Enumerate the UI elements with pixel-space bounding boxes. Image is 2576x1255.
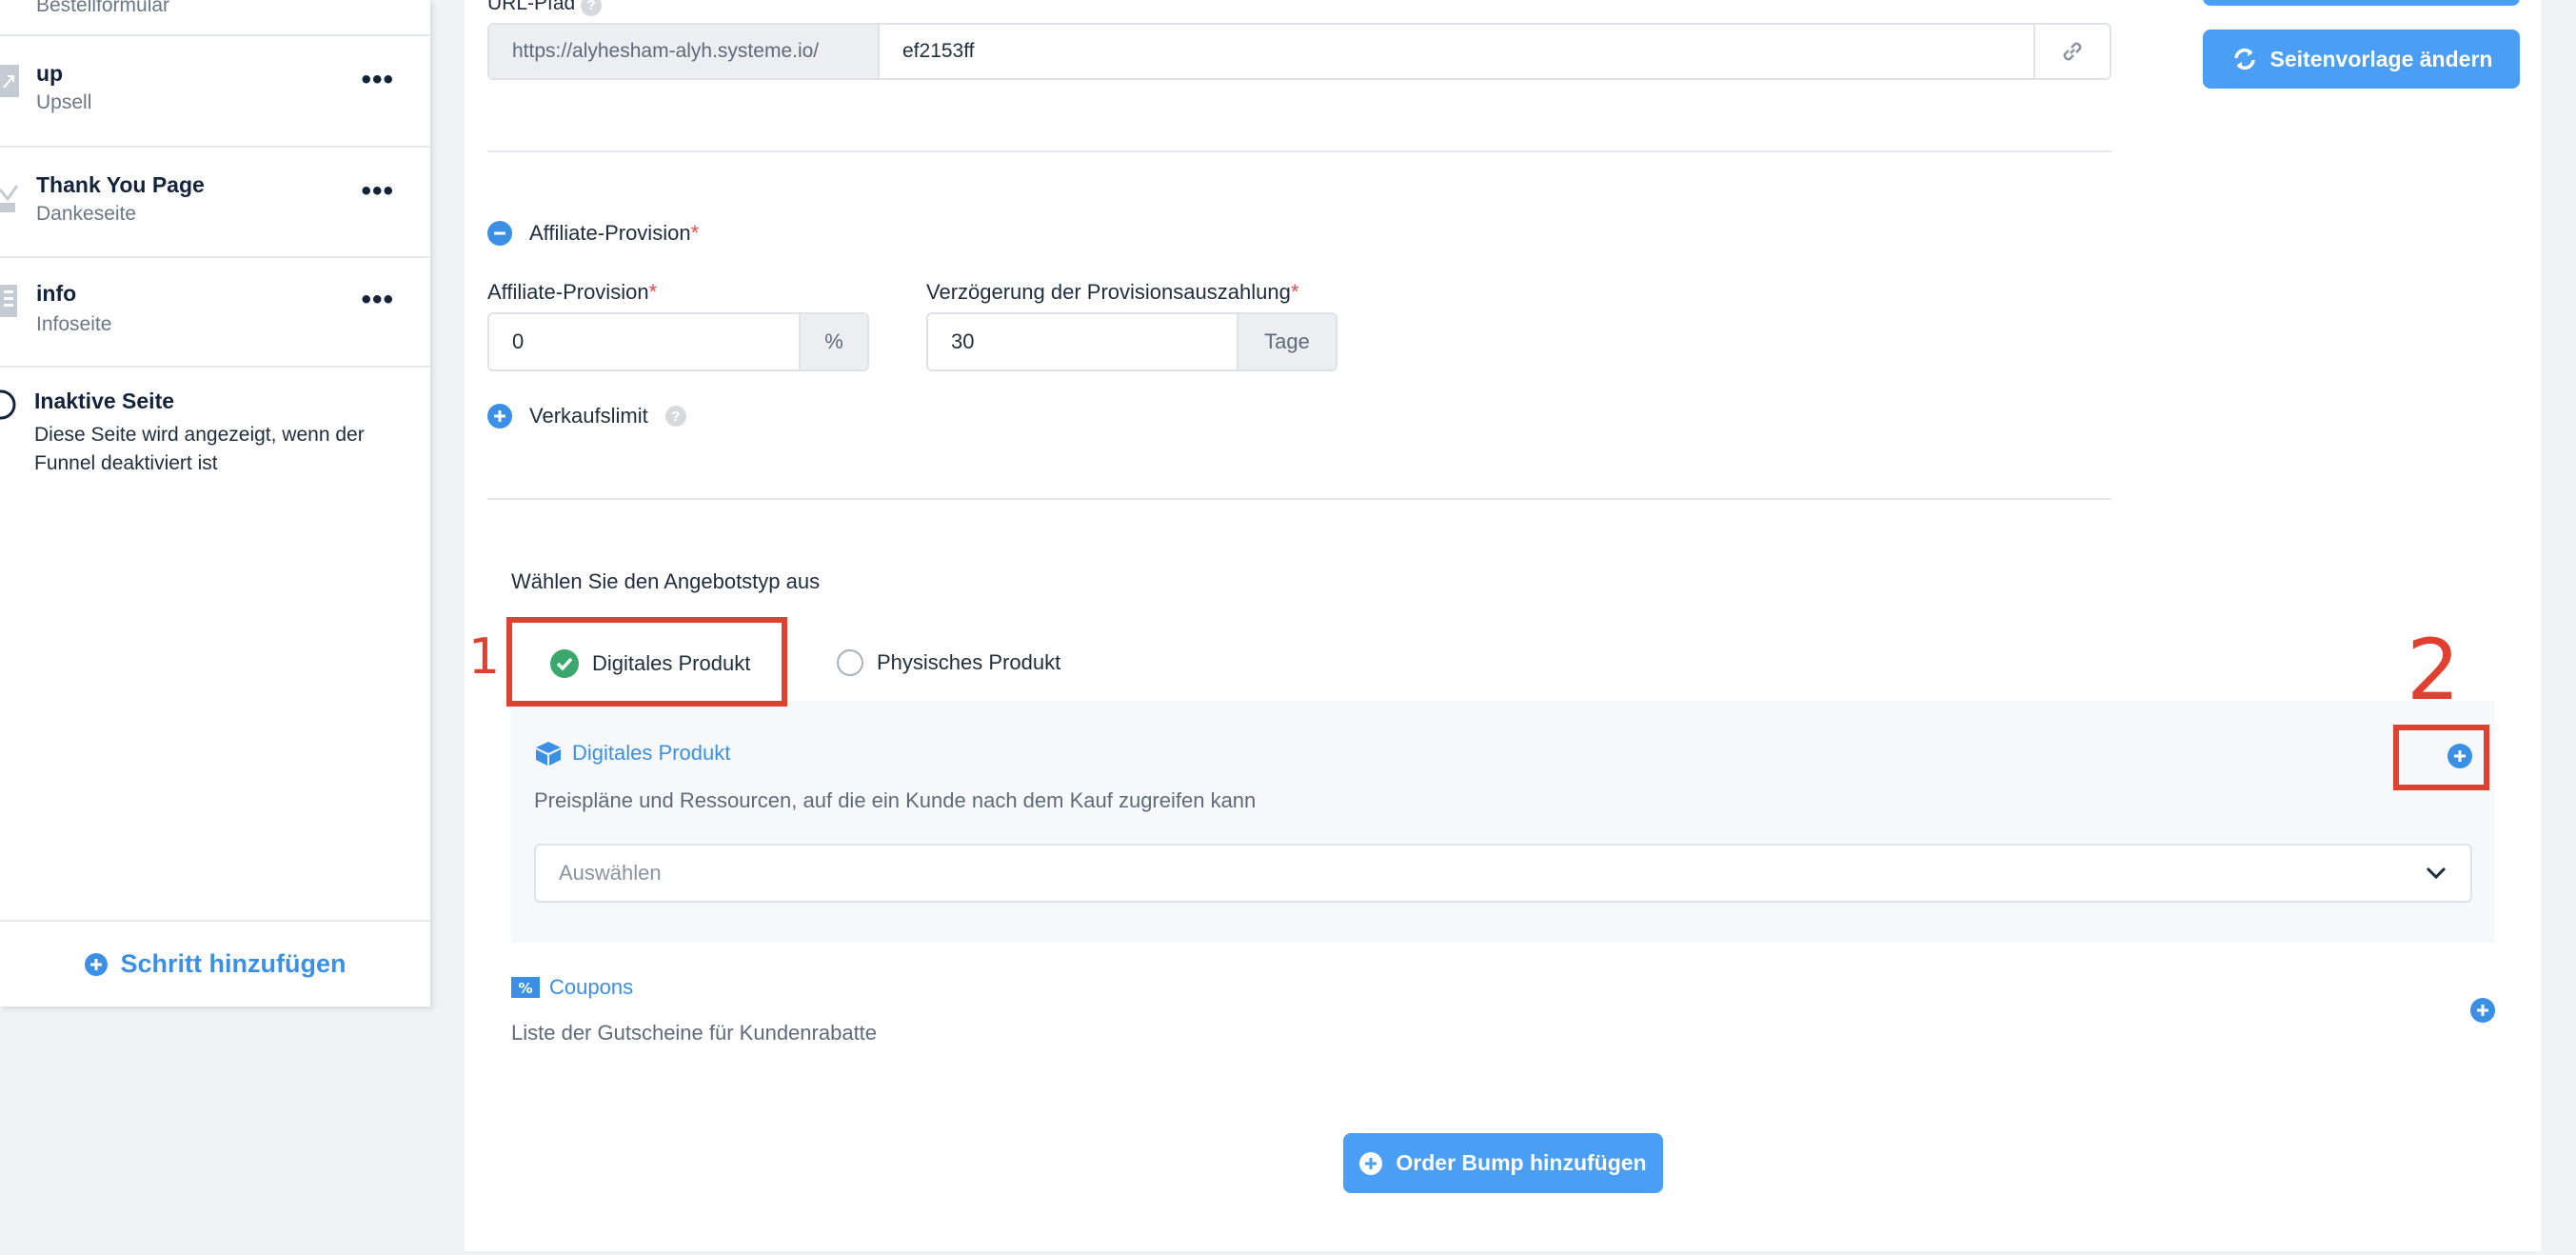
svg-text:%: % xyxy=(518,980,532,997)
sidebar-item-title: Thank You Page xyxy=(36,172,205,197)
chevron-down-icon xyxy=(2426,867,2447,880)
url-path-input[interactable]: ef2153ff xyxy=(880,25,2033,78)
coupons-title-text: Coupons xyxy=(549,975,634,999)
sales-limit-label: Verkaufslimit xyxy=(529,404,648,428)
offer-type-label: Wählen Sie den Angebotstyp aus xyxy=(511,569,821,593)
radio-circle-icon xyxy=(837,649,863,676)
add-order-bump-label: Order Bump hinzufügen xyxy=(1396,1150,1647,1175)
inactive-page-title[interactable]: Inaktive Seite xyxy=(34,388,174,414)
percent-addon: % xyxy=(799,314,867,369)
annotation-box-1 xyxy=(506,617,787,707)
payout-delay-label-text: Verzögerung der Provisionsauszahlung xyxy=(926,280,1291,304)
annotation-box-2 xyxy=(2393,725,2489,790)
upsell-page-icon xyxy=(0,65,19,97)
days-addon: Tage xyxy=(1237,314,1336,369)
annotation-number-1: 1 xyxy=(468,628,501,686)
change-template-label: Seitenvorlage ändern xyxy=(2269,46,2493,71)
add-step-button[interactable]: Schritt hinzufügen xyxy=(84,949,347,979)
affiliate-toggle-label: Affiliate-Provision xyxy=(529,221,691,245)
sidebar-item-subtitle: Dankeseite xyxy=(36,203,137,225)
section-divider xyxy=(487,498,2111,500)
commission-label-text: Affiliate-Provision xyxy=(487,280,649,304)
sidebar-item-subtitle: Upsell xyxy=(36,91,92,113)
radio-physical-product[interactable]: Physisches Produkt xyxy=(837,649,1060,676)
coupons-title: % Coupons xyxy=(511,975,633,1000)
sales-limit-toggle[interactable]: Verkaufslimit ? xyxy=(487,404,686,428)
affiliate-toggle[interactable]: Affiliate-Provision* xyxy=(487,221,699,246)
copy-link-button[interactable] xyxy=(2033,25,2110,78)
help-icon[interactable]: ? xyxy=(581,0,603,16)
commission-input[interactable]: 0 xyxy=(489,314,799,369)
info-page-icon xyxy=(0,285,17,317)
sidebar-item-title: info xyxy=(36,281,77,306)
payout-delay-field: 30 Tage xyxy=(926,312,1338,371)
sidebar-item-up[interactable]: up Upsell ••• xyxy=(0,36,430,148)
select-placeholder: Auswählen xyxy=(559,861,662,885)
sidebar-item-subtitle: Infoseite xyxy=(36,313,112,335)
more-options-icon[interactable]: ••• xyxy=(361,286,394,314)
more-options-icon[interactable]: ••• xyxy=(361,177,394,206)
sidebar-item-title: up xyxy=(36,61,64,86)
cart-check-icon xyxy=(0,185,19,212)
url-prefix: https://alyhesham-alyh.systeme.io/ xyxy=(489,25,880,78)
sidebar-item-info[interactable]: info Infoseite ••• xyxy=(0,258,430,368)
url-path-field: https://alyhesham-alyh.systeme.io/ ef215… xyxy=(487,23,2111,80)
sidebar-item-thank-you[interactable]: Thank You Page Dankeseite ••• xyxy=(0,148,430,258)
funnel-sidebar: Bestellformular up Upsell ••• Thank You … xyxy=(0,0,430,1006)
plus-circle-icon[interactable] xyxy=(487,404,512,428)
link-icon xyxy=(2063,42,2082,61)
sidebar-item-subtitle: Bestellformular xyxy=(36,0,170,16)
change-template-button[interactable]: Seitenvorlage ändern xyxy=(2203,30,2520,89)
coupon-icon: % xyxy=(511,977,540,998)
required-mark: * xyxy=(690,221,700,245)
help-icon[interactable]: ? xyxy=(664,406,686,427)
clock-icon xyxy=(0,389,16,420)
required-mark: * xyxy=(1290,280,1299,304)
url-path-label: URL-Pfad ? xyxy=(487,0,603,16)
add-coupon-button[interactable] xyxy=(2470,998,2495,1023)
inactive-page-description: Diese Seite wird angezeigt, wenn der Fun… xyxy=(34,424,365,474)
digital-product-select[interactable]: Auswählen xyxy=(534,844,2472,903)
digital-product-description: Preispläne und Ressourcen, auf die ein K… xyxy=(534,788,1257,812)
payout-delay-input[interactable]: 30 xyxy=(928,314,1237,369)
plus-icon xyxy=(2477,1005,2488,1016)
add-order-bump-button[interactable]: Order Bump hinzufügen xyxy=(1343,1133,1663,1193)
annotation-number-2: 2 xyxy=(2407,621,2460,719)
coupons-description: Liste der Gutscheine für Kundenrabatte xyxy=(511,1021,878,1045)
url-path-label-text: URL-Pfad xyxy=(487,0,576,14)
digital-product-title-text: Digitales Produkt xyxy=(572,741,731,765)
commission-field: 0 % xyxy=(487,312,869,371)
top-action-button-partial[interactable] xyxy=(2203,0,2520,6)
refresh-icon xyxy=(2233,48,2255,70)
commission-label: Affiliate-Provision* xyxy=(487,280,657,305)
digital-product-panel xyxy=(511,701,2495,943)
more-options-icon[interactable]: ••• xyxy=(361,66,394,94)
digital-product-title: Digitales Produkt xyxy=(534,740,730,767)
payout-delay-label: Verzögerung der Provisionsauszahlung* xyxy=(926,280,1298,305)
required-mark: * xyxy=(648,280,658,304)
plus-circle-icon xyxy=(1359,1151,1383,1175)
add-step-label: Schritt hinzufügen xyxy=(120,949,347,978)
section-divider xyxy=(487,150,2111,152)
box-icon xyxy=(536,742,561,766)
sidebar-item-partial[interactable]: Bestellformular xyxy=(0,0,430,36)
radio-label: Physisches Produkt xyxy=(877,650,1061,674)
plus-circle-icon xyxy=(84,952,108,976)
minus-circle-icon[interactable] xyxy=(487,221,512,246)
sidebar-footer: Schritt hinzufügen xyxy=(0,920,430,1006)
